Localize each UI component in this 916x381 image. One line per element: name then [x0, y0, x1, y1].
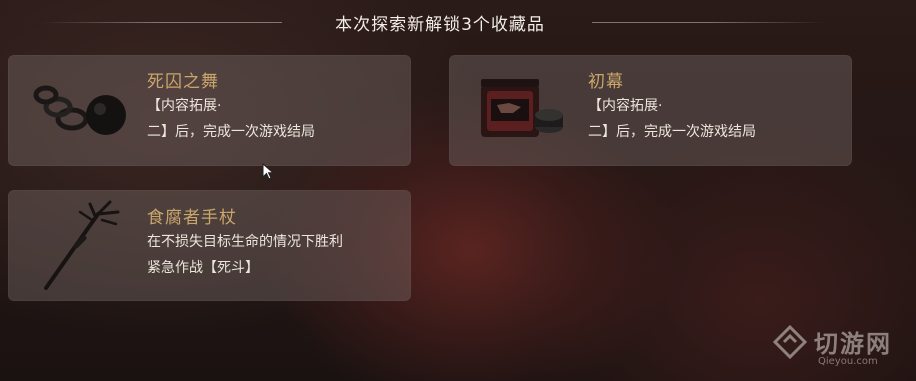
collectible-card-scavenger-cane[interactable]: 食腐者手杖 在不损失目标生命的情况下胜利 紧急作战【死斗】 [8, 190, 411, 301]
site-watermark: 切游网 Qieyou.com [772, 322, 912, 372]
collectible-unlock-condition: 【内容拓展· 二】后，完成一次游戏结局 [588, 98, 756, 140]
header-divider-left [40, 22, 282, 23]
collectible-unlock-condition: 在不损失目标生命的情况下胜利 紧急作战【死斗】 [147, 234, 343, 276]
collectible-card-opening-act[interactable]: 初幕 【内容拓展· 二】后，完成一次游戏结局 [449, 55, 852, 166]
page-title: 本次探索新解锁3个收藏品 [335, 15, 545, 35]
watermark-url: Qieyou.com [818, 356, 878, 367]
scavenger-cane-icon [36, 198, 126, 298]
collectible-name: 初幕 [588, 72, 624, 92]
watermark-logo-icon [772, 324, 808, 364]
unlock-header: 本次探索新解锁3个收藏品 [0, 0, 916, 46]
collectible-card-dance-of-the-condemned[interactable]: 死囚之舞 【内容拓展· 二】后，完成一次游戏结局 [8, 55, 411, 166]
header-divider-right [592, 22, 824, 23]
music-box-icon [475, 75, 571, 151]
mouse-pointer-icon [262, 162, 276, 185]
collectible-name: 死囚之舞 [147, 72, 219, 92]
ball-and-chain-icon [28, 73, 128, 149]
collectible-unlock-condition: 【内容拓展· 二】后，完成一次游戏结局 [147, 98, 315, 140]
collectible-name: 食腐者手杖 [147, 208, 237, 228]
watermark-brand: 切游网 [814, 330, 892, 358]
